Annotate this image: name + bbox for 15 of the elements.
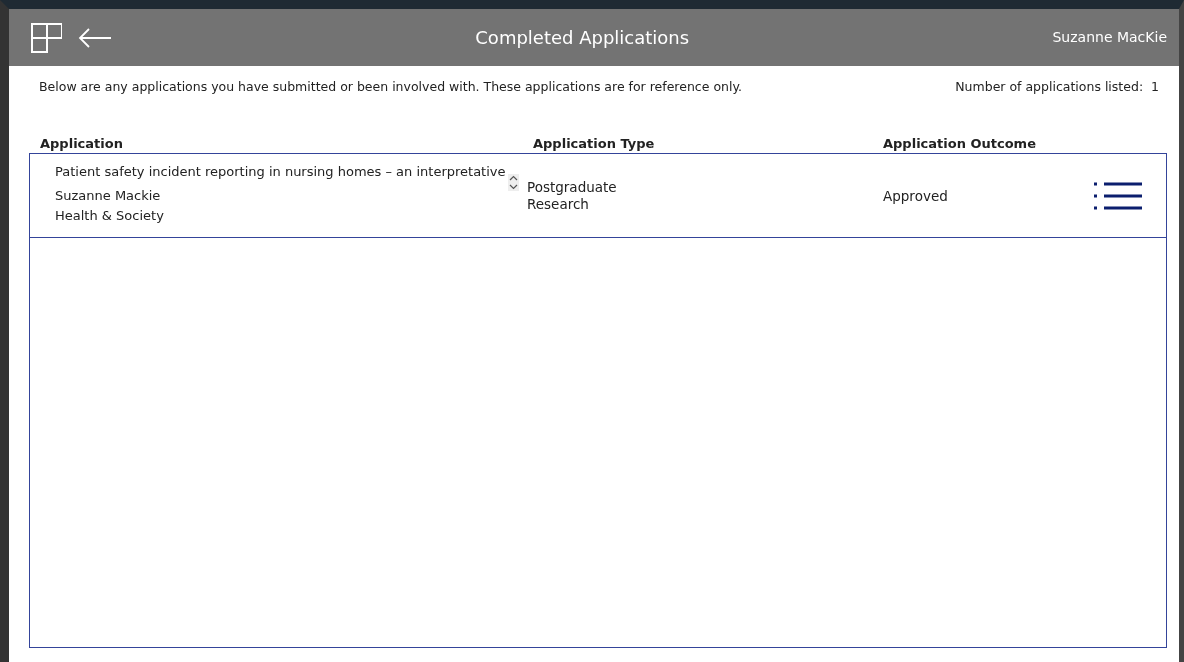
scroll-arrows-icon[interactable] [508,174,519,192]
back-arrow-icon[interactable] [78,27,112,48]
application-count: Number of applications listed: 1 [955,78,1159,96]
column-header: Application Outcome [883,134,1036,153]
application-type: Postgraduate Research [527,178,618,213]
column-header: Application Type [533,134,656,153]
application-title: Patient safety incident reporting in nursing homes – an interpretative [55,163,507,182]
grid-icon[interactable] [31,22,62,53]
page-title: Completed Applications [474,26,691,50]
intro-text: Below are any applications you have submitted or been involved with. These applications are for reference only. [39,78,742,96]
application-outcome: Approved [883,186,949,206]
applicant-name: Suzanne Mackie [55,187,162,206]
column-header: Application [40,134,124,153]
school-name: Health & Society [55,207,165,226]
user-name: Suzanne MacKie [1052,28,1167,47]
